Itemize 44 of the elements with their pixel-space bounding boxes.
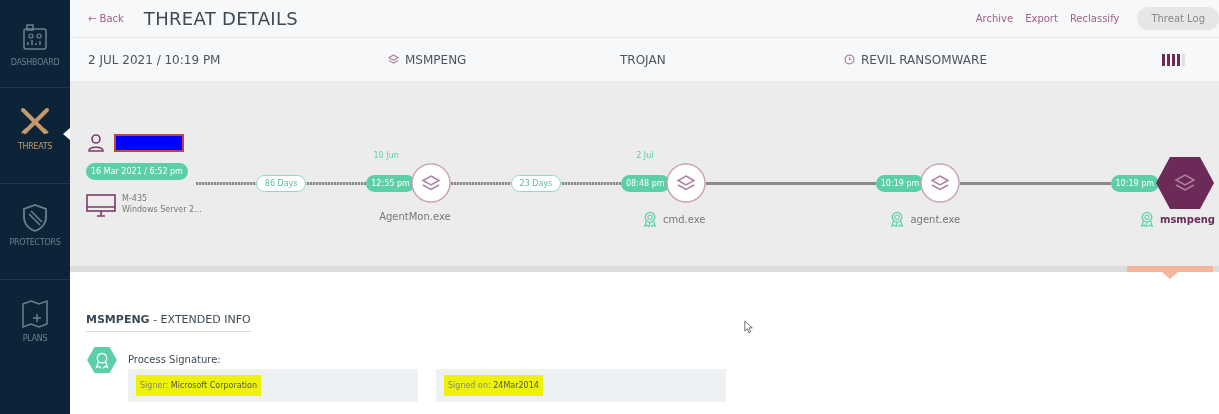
process-name: MSMPENG (405, 52, 467, 67)
back-link[interactable]: ← Back (88, 13, 124, 24)
machine-os: Windows Server 2... (122, 205, 202, 214)
gap-duration-pill: 86 Days (255, 174, 307, 192)
process-label: msmpeng (1160, 213, 1215, 225)
mouse-pointer-icon (744, 320, 754, 334)
start-time-pill: 16 Mar 2021 / 6:52 pm (86, 163, 188, 180)
signature-label: Process Signature: (128, 353, 222, 365)
map-plus-icon (19, 298, 51, 330)
user-icon (86, 133, 106, 153)
process-node[interactable] (665, 163, 706, 203)
step-date: 10 Jun (373, 151, 399, 160)
award-ribbon-icon (890, 211, 905, 227)
award-ribbon-icon (86, 346, 118, 374)
threat-family: REVIL RANSOMWARE (861, 52, 987, 67)
threat-date: 2 JUL 2021 / 10:19 PM (88, 52, 222, 67)
step-date: 2 Jul (636, 151, 654, 160)
action-link[interactable]: Reclassify (1069, 13, 1120, 24)
page-title: THREAT DETAILS (143, 8, 298, 29)
section-title: MSMPENG - EXTENDED INFO (86, 313, 251, 332)
field-text: Signer: Microsoft Corporation (136, 375, 261, 396)
monitor-icon (86, 194, 116, 218)
process-node[interactable] (920, 163, 961, 203)
action-link[interactable]: Export (1025, 13, 1058, 24)
action-link[interactable]: Archive (975, 13, 1014, 24)
time-pill: 10:19 pm (1110, 174, 1159, 192)
machine-name: M-435 (122, 194, 149, 203)
process-label: AgentMon.exe (379, 211, 451, 222)
process-label: cmd.exe (663, 213, 706, 225)
time-pill: 12:55 pm (366, 174, 415, 192)
process-node[interactable] (410, 163, 451, 203)
threat-log-button[interactable]: Threat Log (1137, 7, 1219, 30)
award-ribbon-icon (1140, 211, 1154, 227)
time-pill: 08:48 pm (621, 174, 670, 192)
redaction-box (114, 134, 184, 152)
nav-item[interactable]: PLANS (0, 280, 70, 414)
layers-icon (388, 54, 399, 65)
process-node[interactable] (1155, 156, 1215, 210)
field-text: Signed on: 24Mar2014 (444, 375, 543, 396)
clock-icon (844, 54, 855, 65)
process-label: agent.exe (910, 213, 961, 225)
gap-duration-pill: 23 Days (510, 174, 562, 192)
threat-type: TROJAN (620, 52, 667, 67)
award-ribbon-icon (643, 211, 657, 227)
